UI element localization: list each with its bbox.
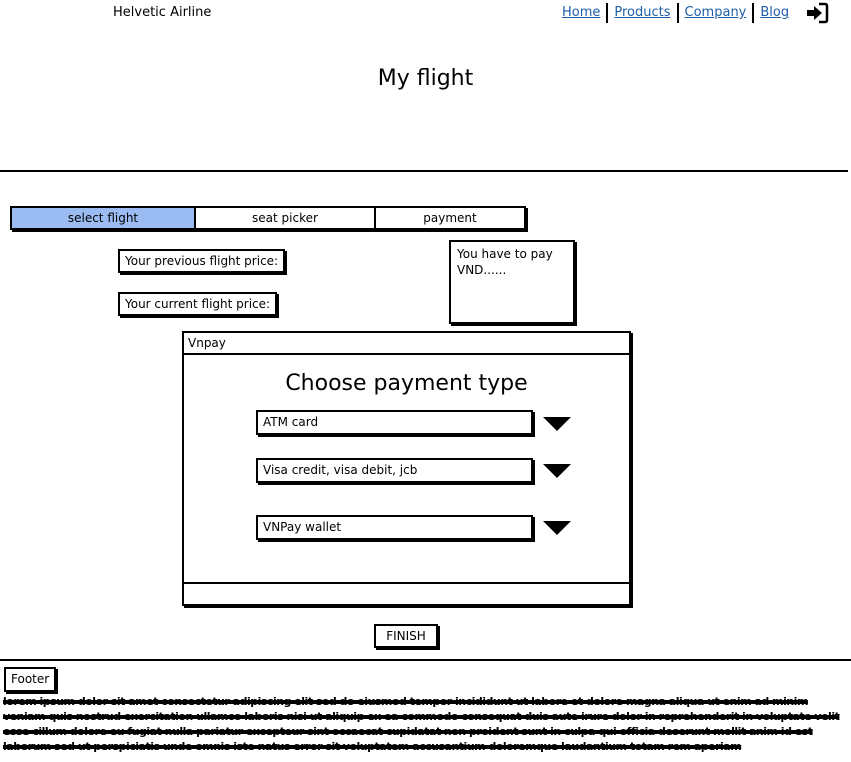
finish-button[interactable]: FINISH (374, 624, 438, 648)
step-seat-picker[interactable]: seat picker (194, 208, 374, 228)
window-footer (184, 582, 629, 604)
sign-in-icon[interactable] (805, 2, 829, 24)
nav-link-blog[interactable]: Blog (754, 2, 795, 24)
amount-due-note: You have to pay VND...... (449, 240, 575, 324)
page-title: My flight (377, 66, 474, 91)
step-select-flight[interactable]: select flight (12, 208, 194, 228)
footer-label: Footer (4, 667, 57, 692)
top-nav: Home Products Company Blog (556, 2, 829, 24)
triangle-down-icon[interactable] (543, 464, 571, 478)
payment-window: Vnpay Choose payment type ATM card Visa … (182, 331, 631, 606)
brand-name: Helvetic Airline (113, 5, 212, 20)
footer-divider (0, 659, 851, 661)
triangle-down-icon[interactable] (543, 521, 571, 535)
nav-link-company[interactable]: Company (679, 2, 753, 24)
footer-text: lorem ipsum dolor sit amet consectetur a… (3, 695, 840, 753)
nav-link-home[interactable]: Home (556, 2, 606, 24)
payment-option-visa[interactable]: Visa credit, visa debit, jcb (256, 458, 533, 483)
triangle-down-icon[interactable] (543, 417, 571, 431)
nav-link-products[interactable]: Products (608, 2, 676, 24)
payment-heading: Choose payment type (285, 371, 528, 396)
window-title: Vnpay (184, 333, 629, 355)
progress-stepper: select flight seat picker payment (10, 206, 526, 230)
current-price-label: Your current flight price: (118, 292, 278, 316)
header-divider (0, 170, 848, 172)
previous-price-label: Your previous flight price: (118, 249, 286, 273)
payment-option-vnpay-wallet[interactable]: VNPay wallet (256, 515, 533, 540)
step-payment[interactable]: payment (374, 208, 524, 228)
payment-option-atm[interactable]: ATM card (256, 410, 533, 435)
